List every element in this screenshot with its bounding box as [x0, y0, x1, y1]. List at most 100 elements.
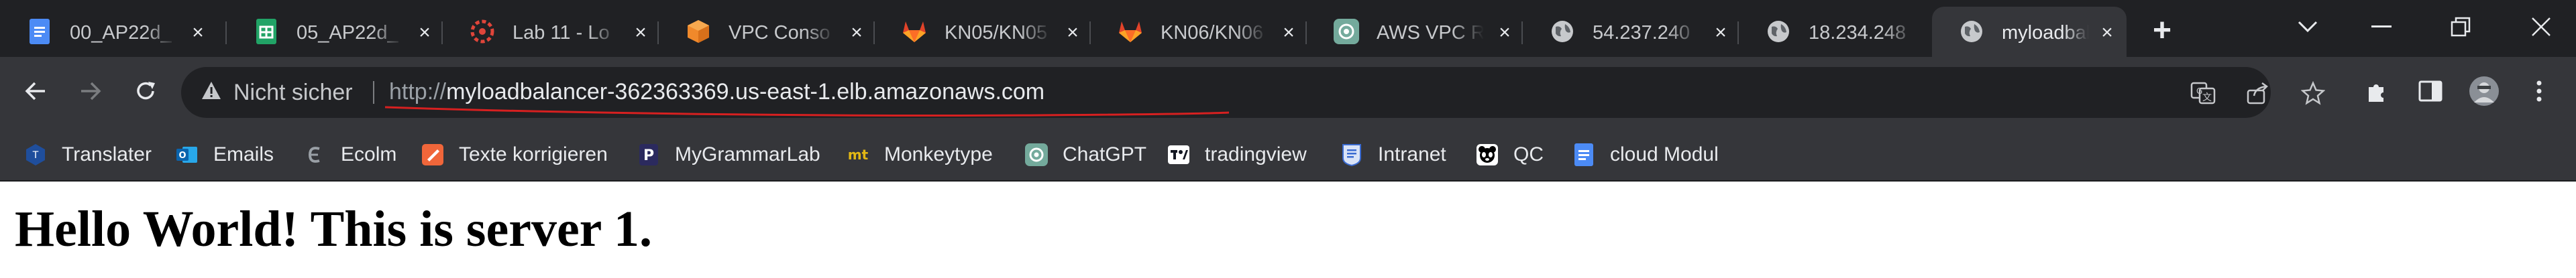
bookmark-qc[interactable]: QC — [1476, 141, 1544, 168]
bookmark-translater[interactable]: T Translater — [24, 141, 152, 168]
url-text[interactable]: http://myloadbalancer-362363369.us-east-… — [389, 79, 1044, 105]
tab[interactable]: 54.237.240 × — [1523, 7, 1739, 57]
security-chip[interactable]: Nicht sicher — [201, 80, 353, 105]
chatgpt-icon — [1025, 143, 1048, 166]
intranet-icon — [1340, 143, 1363, 166]
bookmark-tradingview[interactable]: tradingview — [1167, 141, 1307, 168]
bookmark-label: ChatGPT — [1063, 143, 1147, 165]
bookmark-intranet[interactable]: Intranet — [1340, 141, 1446, 168]
qc-icon — [1476, 143, 1499, 166]
new-tab-button[interactable]: + — [2145, 13, 2179, 48]
globe-icon — [1959, 19, 1984, 44]
avatar — [2469, 76, 2500, 110]
menu-button[interactable] — [2520, 73, 2559, 112]
puzzle-icon — [2365, 79, 2389, 107]
close-window-icon[interactable] — [2526, 12, 2556, 42]
tab[interactable]: Lab 11 - Lo × — [443, 7, 659, 57]
bookmark-cloud-modul[interactable]: cloud Modul — [1572, 141, 1719, 168]
back-arrow-icon — [24, 80, 47, 106]
tab-close-icon[interactable]: × — [1063, 23, 1083, 43]
url-scheme: http:// — [389, 79, 447, 105]
forward-button[interactable] — [71, 73, 110, 112]
tab-title: AWS VPC R — [1377, 22, 1484, 44]
side-panel-icon — [2418, 80, 2443, 105]
page-heading: Hello World! This is server 1. — [15, 201, 653, 257]
text-correct-icon — [421, 143, 444, 166]
bookmark-label: QC — [1513, 143, 1544, 165]
tab-close-icon[interactable]: × — [188, 23, 208, 43]
tab-title: 54.237.240 — [1593, 22, 1690, 44]
tab-active[interactable]: myloadbal × — [1932, 7, 2127, 57]
tab[interactable]: 00_AP22d_ × — [0, 7, 227, 57]
bookmark-label: Texte korrigieren — [459, 143, 608, 165]
bookmark-label: tradingview — [1205, 143, 1307, 165]
google-sheets-icon — [254, 19, 279, 44]
outlook-icon: O — [176, 143, 199, 166]
svg-text:O: O — [178, 151, 186, 161]
tab-close-icon[interactable]: × — [1495, 23, 1515, 43]
tab-close-icon[interactable]: × — [1279, 23, 1299, 43]
extensions-button[interactable] — [2357, 73, 2396, 112]
tab-title: myloadbal — [2002, 22, 2089, 44]
gitlab-icon — [1118, 19, 1143, 44]
reload-button[interactable] — [126, 73, 165, 112]
tab-title: Lab 11 - Lo — [513, 22, 610, 44]
translate-icon[interactable]: 文G — [2190, 80, 2216, 107]
tab-title: 18.234.248 — [1809, 22, 1907, 44]
address-bar[interactable]: Nicht sicher http://myloadbalancer-36236… — [181, 67, 2325, 118]
restore-icon[interactable] — [2446, 12, 2475, 42]
side-panel-button[interactable] — [2411, 73, 2450, 112]
profile-button[interactable] — [2465, 73, 2504, 112]
bookmark-label: cloud Modul — [1610, 143, 1719, 165]
gitlab-icon — [902, 19, 927, 44]
back-button[interactable] — [16, 73, 55, 112]
bookmark-emails[interactable]: O Emails — [176, 141, 274, 168]
warning-triangle-icon — [201, 80, 221, 106]
bookmark-mygrammarlab[interactable]: P MyGrammarLab — [637, 141, 820, 168]
red-underline-annotation — [384, 106, 1230, 117]
tradingview-icon — [1167, 143, 1190, 166]
page-content: Hello World! This is server 1. — [0, 182, 2576, 278]
minimize-icon[interactable] — [2367, 12, 2396, 42]
omnibox-divider — [373, 81, 374, 104]
forward-arrow-icon — [79, 80, 102, 106]
bookmark-star-icon[interactable] — [2300, 80, 2326, 107]
google-docs-icon — [27, 19, 52, 44]
globe-icon — [1766, 19, 1791, 44]
tab-strip: 00_AP22d_ × 05_AP22d_ × Lab 11 - Lo × VP… — [0, 0, 2576, 57]
bookmark-texte-korrigieren[interactable]: Texte korrigieren — [421, 141, 608, 168]
monkeytype-icon: mt — [847, 143, 869, 166]
bookmark-label: Translater — [62, 143, 152, 165]
bookmarks-bar: T Translater O Emails Ecolm Texte korrig… — [0, 128, 2576, 182]
globe-icon — [1550, 19, 1575, 44]
more-vert-icon — [2536, 80, 2542, 106]
bookmark-monkeytype[interactable]: mt Monkeytype — [847, 141, 993, 168]
bookmark-ecolm[interactable]: Ecolm — [303, 141, 396, 168]
tab-title: 05_AP22d_ — [297, 22, 398, 44]
bookmark-label: Emails — [213, 143, 274, 165]
tab-close-icon[interactable]: × — [847, 23, 867, 43]
svg-text:T: T — [32, 150, 39, 161]
tab[interactable]: 05_AP22d_ × — [227, 7, 443, 57]
tab-title: VPC Conso — [729, 22, 830, 44]
toolbar: Nicht sicher http://myloadbalancer-36236… — [0, 57, 2576, 128]
google-docs-icon — [1572, 143, 1595, 166]
tab[interactable]: KN06/KN06 × — [1091, 7, 1307, 57]
reload-icon — [133, 79, 158, 107]
tab[interactable]: AWS VPC R × — [1307, 7, 1523, 57]
tab-close-icon[interactable]: × — [2097, 23, 2117, 43]
bookmark-label: Monkeytype — [884, 143, 993, 165]
tab-search-chevron-icon[interactable] — [2293, 12, 2322, 42]
tab[interactable]: KN05/KN05 × — [875, 7, 1091, 57]
bookmark-chatgpt[interactable]: ChatGPT — [1025, 141, 1146, 168]
tab[interactable]: VPC Conso × — [659, 7, 875, 57]
tab-close-icon[interactable]: × — [415, 23, 435, 43]
share-icon[interactable] — [2245, 80, 2271, 107]
tab-close-icon[interactable]: × — [1711, 23, 1731, 43]
tab-title: 00_AP22d_ — [70, 22, 172, 44]
tab-close-icon[interactable]: × — [631, 23, 651, 43]
tab-title: KN06/KN06 — [1161, 22, 1264, 44]
tab[interactable]: 18.234.248 × — [1739, 7, 1955, 57]
svg-text:P: P — [643, 147, 654, 164]
ecolm-icon — [303, 143, 326, 166]
